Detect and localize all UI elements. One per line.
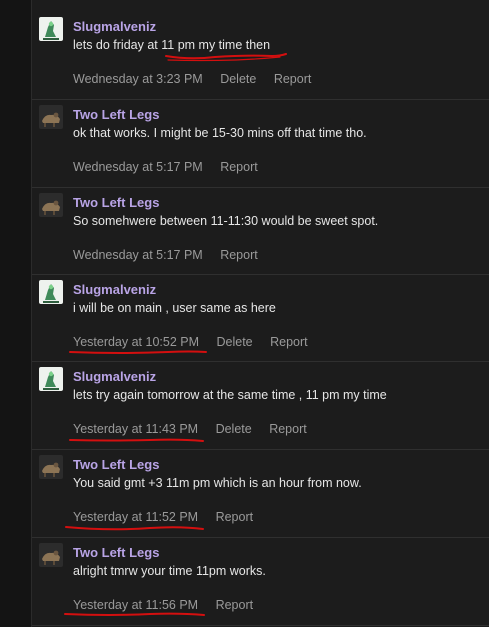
message-item: Two Left Legs You said gmt +3 11m pm whi… (32, 449, 489, 538)
message-meta: Yesterday at 11:43 PM Delete Report (73, 422, 321, 436)
message-text: lets try again tomorrow at the same time… (73, 388, 387, 402)
message-meta: Wednesday at 5:17 PM Report (73, 248, 272, 262)
message-feed: Slugmalveniz lets do friday at 11 pm my … (31, 0, 489, 627)
slug-avatar-icon[interactable] (39, 367, 63, 391)
message-meta: Wednesday at 3:23 PM Delete Report (73, 72, 325, 86)
message-text: So somehwere between 11-11:30 would be s… (73, 214, 379, 228)
delete-link[interactable]: Delete (216, 422, 252, 436)
message-text: alright tmrw your time 11pm works. (73, 564, 266, 578)
legs-avatar-icon[interactable] (39, 105, 63, 129)
message-username[interactable]: Two Left Legs (73, 457, 159, 472)
report-link[interactable]: Report (270, 335, 308, 349)
delete-link[interactable]: Delete (217, 335, 253, 349)
message-timestamp[interactable]: Wednesday at 3:23 PM (73, 72, 203, 86)
report-link[interactable]: Report (216, 510, 254, 524)
message-item: Two Left Legs So somehwere between 11-11… (32, 187, 489, 275)
left-gutter (0, 0, 31, 627)
report-link[interactable]: Report (269, 422, 307, 436)
message-username[interactable]: Two Left Legs (73, 545, 159, 560)
report-link[interactable]: Report (216, 598, 254, 612)
slug-avatar-icon[interactable] (39, 280, 63, 304)
message-text: You said gmt +3 11m pm which is an hour … (73, 476, 362, 490)
message-item: Slugmalveniz lets try again tomorrow at … (32, 361, 489, 450)
message-item: Slugmalveniz i will be on main , user sa… (32, 274, 489, 362)
message-meta: Yesterday at 10:52 PM Delete Report (73, 335, 322, 349)
message-text: i will be on main , user same as here (73, 301, 276, 315)
report-link[interactable]: Report (274, 72, 312, 86)
report-link[interactable]: Report (220, 160, 258, 174)
message-meta: Wednesday at 5:17 PM Report (73, 160, 272, 174)
legs-avatar-icon[interactable] (39, 543, 63, 567)
message-text: lets do friday at 11 pm my time then (73, 38, 271, 52)
message-username[interactable]: Slugmalveniz (73, 369, 156, 384)
delete-link[interactable]: Delete (220, 72, 256, 86)
report-link[interactable]: Report (220, 248, 258, 262)
message-username[interactable]: Slugmalveniz (73, 19, 156, 34)
message-item: Slugmalveniz lets do friday at 11 pm my … (32, 11, 489, 100)
message-username[interactable]: Slugmalveniz (73, 282, 156, 297)
message-item: Two Left Legs ok that works. I might be … (32, 99, 489, 188)
legs-avatar-icon[interactable] (39, 455, 63, 479)
message-meta: Yesterday at 11:56 PM Report (73, 598, 267, 612)
message-timestamp[interactable]: Yesterday at 10:52 PM (73, 335, 199, 349)
message-timestamp[interactable]: Yesterday at 11:56 PM (73, 598, 198, 612)
legs-avatar-icon[interactable] (39, 193, 63, 217)
message-timestamp[interactable]: Yesterday at 11:43 PM (73, 422, 198, 436)
message-timestamp[interactable]: Wednesday at 5:17 PM (73, 248, 203, 262)
slug-avatar-icon[interactable] (39, 17, 63, 41)
message-text: ok that works. I might be 15-30 mins off… (73, 126, 367, 140)
message-item: Two Left Legs alright tmrw your time 11p… (32, 537, 489, 626)
message-timestamp[interactable]: Wednesday at 5:17 PM (73, 160, 203, 174)
message-username[interactable]: Two Left Legs (73, 195, 159, 210)
message-timestamp[interactable]: Yesterday at 11:52 PM (73, 510, 198, 524)
message-meta: Yesterday at 11:52 PM Report (73, 510, 267, 524)
message-username[interactable]: Two Left Legs (73, 107, 159, 122)
